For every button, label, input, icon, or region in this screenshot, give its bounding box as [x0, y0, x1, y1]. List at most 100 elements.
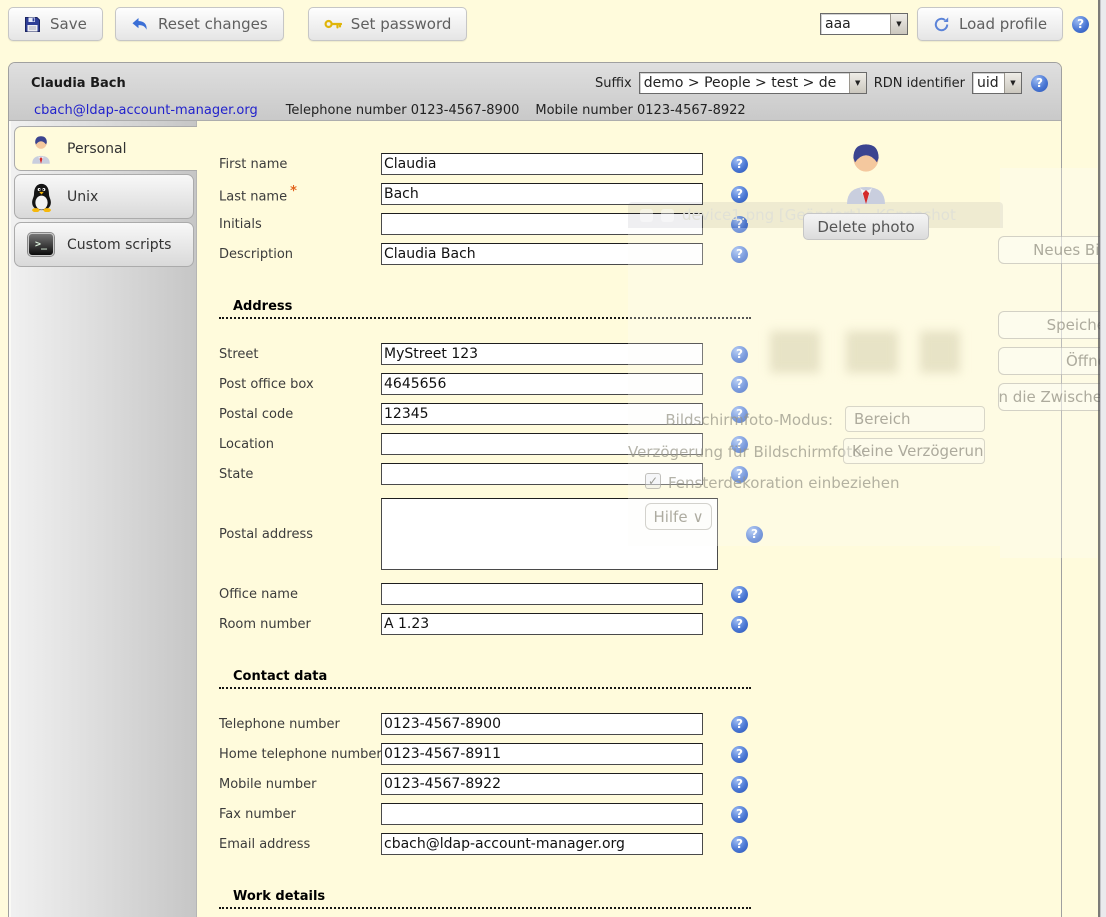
- key-icon: [324, 18, 342, 30]
- reload-icon: [933, 16, 950, 33]
- suffix-select[interactable]: demo > People > test > de ▼: [639, 72, 867, 94]
- tab-personal[interactable]: Personal: [14, 126, 197, 171]
- postal-address-input[interactable]: [381, 498, 718, 570]
- room-number-input[interactable]: [381, 613, 703, 635]
- section-heading-address: Address: [219, 299, 751, 319]
- form-row: Room number ?: [219, 609, 1061, 639]
- form-row: Fax number ?: [219, 799, 1061, 829]
- form-row: Last name* ?: [219, 179, 1061, 209]
- header-mobile: Mobile number 0123-4567-8922: [535, 103, 745, 118]
- form-row: First name ?: [219, 149, 1061, 179]
- reset-changes-button[interactable]: Reset changes: [115, 7, 284, 41]
- room-number-label: Room number: [219, 617, 381, 632]
- help-icon[interactable]: ?: [1031, 75, 1048, 92]
- first-name-input[interactable]: [381, 153, 703, 175]
- initials-input[interactable]: [381, 213, 703, 235]
- telephone-number-label: Telephone number: [219, 717, 381, 732]
- reset-changes-label: Reset changes: [158, 15, 268, 33]
- lam-user-edit-page: { "colors": { "background": "#FFFBDC", "…: [0, 0, 1106, 917]
- help-icon[interactable]: ?: [731, 246, 748, 263]
- postal-code-input[interactable]: [381, 403, 703, 425]
- section-heading-work-details: Work details: [219, 889, 751, 909]
- location-input[interactable]: [381, 433, 703, 455]
- email-address-label: Email address: [219, 837, 381, 852]
- office-name-input[interactable]: [381, 583, 703, 605]
- dropdown-arrow-icon: ▼: [890, 14, 907, 34]
- mobile-number-label: Mobile number: [219, 777, 381, 792]
- state-input[interactable]: [381, 463, 703, 485]
- toolbar: Save Reset changes Set password aaa ▼ Lo…: [8, 7, 1100, 43]
- tab-custom-scripts-label: Custom scripts: [67, 237, 171, 253]
- post-office-box-label: Post office box: [219, 377, 381, 392]
- help-icon[interactable]: ?: [731, 616, 748, 633]
- form-row: Email address ?: [219, 829, 1061, 859]
- profile-select[interactable]: aaa ▼: [820, 13, 908, 35]
- help-icon[interactable]: ?: [731, 806, 748, 823]
- first-name-label: First name: [219, 157, 381, 172]
- street-label: Street: [219, 347, 381, 362]
- street-input[interactable]: [381, 343, 703, 365]
- location-label: Location: [219, 437, 381, 452]
- account-header: Claudia Bach Suffix demo > People > test…: [9, 63, 1061, 121]
- set-password-button[interactable]: Set password: [308, 7, 468, 41]
- load-profile-button[interactable]: Load profile: [917, 7, 1063, 41]
- help-icon[interactable]: ?: [731, 776, 748, 793]
- home-telephone-number-input[interactable]: [381, 743, 703, 765]
- undo-arrow-icon: [131, 17, 149, 32]
- account-title: Claudia Bach: [31, 76, 126, 91]
- rdn-identifier-label: RDN identifier: [874, 76, 965, 91]
- fax-number-input[interactable]: [381, 803, 703, 825]
- terminal-icon: >_: [28, 233, 54, 256]
- help-icon[interactable]: ?: [731, 186, 748, 203]
- help-icon[interactable]: ?: [731, 746, 748, 763]
- user-photo: [840, 138, 892, 204]
- rdn-select-value: uid: [973, 73, 1004, 93]
- help-icon[interactable]: ?: [1072, 16, 1089, 33]
- delete-photo-button[interactable]: Delete photo: [803, 213, 928, 240]
- form-row: Initials ?: [219, 209, 1061, 239]
- email-link[interactable]: cbach@ldap-account-manager.org: [34, 103, 258, 118]
- last-name-input[interactable]: [381, 183, 703, 205]
- help-icon[interactable]: ?: [731, 836, 748, 853]
- form-row: State ?: [219, 459, 1061, 489]
- section-heading-contact-data: Contact data: [219, 669, 751, 689]
- help-icon[interactable]: ?: [731, 216, 748, 233]
- form-row: Telephone number ?: [219, 709, 1061, 739]
- telephone-number-input[interactable]: [381, 713, 703, 735]
- personal-form: First name ? Last name* ? Initials ? Des…: [197, 121, 1061, 917]
- save-button[interactable]: Save: [8, 7, 103, 41]
- header-telephone: Telephone number 0123-4567-8900: [286, 103, 520, 118]
- mobile-number-input[interactable]: [381, 773, 703, 795]
- home-telephone-number-label: Home telephone number: [219, 747, 381, 762]
- help-icon[interactable]: ?: [731, 466, 748, 483]
- rdn-identifier-select[interactable]: uid ▼: [972, 72, 1022, 94]
- help-icon[interactable]: ?: [731, 436, 748, 453]
- form-row: Description ?: [219, 239, 1061, 269]
- tux-penguin-icon: [28, 182, 54, 212]
- form-row: Postal code ?: [219, 399, 1061, 429]
- help-icon[interactable]: ?: [731, 346, 748, 363]
- tab-unix[interactable]: Unix: [14, 174, 194, 219]
- save-label: Save: [50, 15, 87, 33]
- postal-address-label: Postal address: [219, 527, 381, 542]
- scrollbar-track[interactable]: [1100, 0, 1106, 917]
- office-name-label: Office name: [219, 587, 381, 602]
- form-row: Office name ?: [219, 579, 1061, 609]
- email-address-input[interactable]: [381, 833, 703, 855]
- help-icon[interactable]: ?: [731, 716, 748, 733]
- help-icon[interactable]: ?: [731, 406, 748, 423]
- tab-unix-label: Unix: [67, 189, 98, 205]
- last-name-label: Last name*: [219, 184, 381, 204]
- description-label: Description: [219, 247, 381, 262]
- profile-controls: aaa ▼ Load profile ?: [820, 7, 1089, 41]
- description-input[interactable]: [381, 243, 703, 265]
- initials-label: Initials: [219, 217, 381, 232]
- help-icon[interactable]: ?: [746, 526, 763, 543]
- tab-custom-scripts[interactable]: >_ Custom scripts: [14, 222, 194, 267]
- help-icon[interactable]: ?: [731, 376, 748, 393]
- post-office-box-input[interactable]: [381, 373, 703, 395]
- form-row: Mobile number ?: [219, 769, 1061, 799]
- help-icon[interactable]: ?: [731, 586, 748, 603]
- help-icon[interactable]: ?: [731, 156, 748, 173]
- suffix-label: Suffix: [595, 76, 632, 91]
